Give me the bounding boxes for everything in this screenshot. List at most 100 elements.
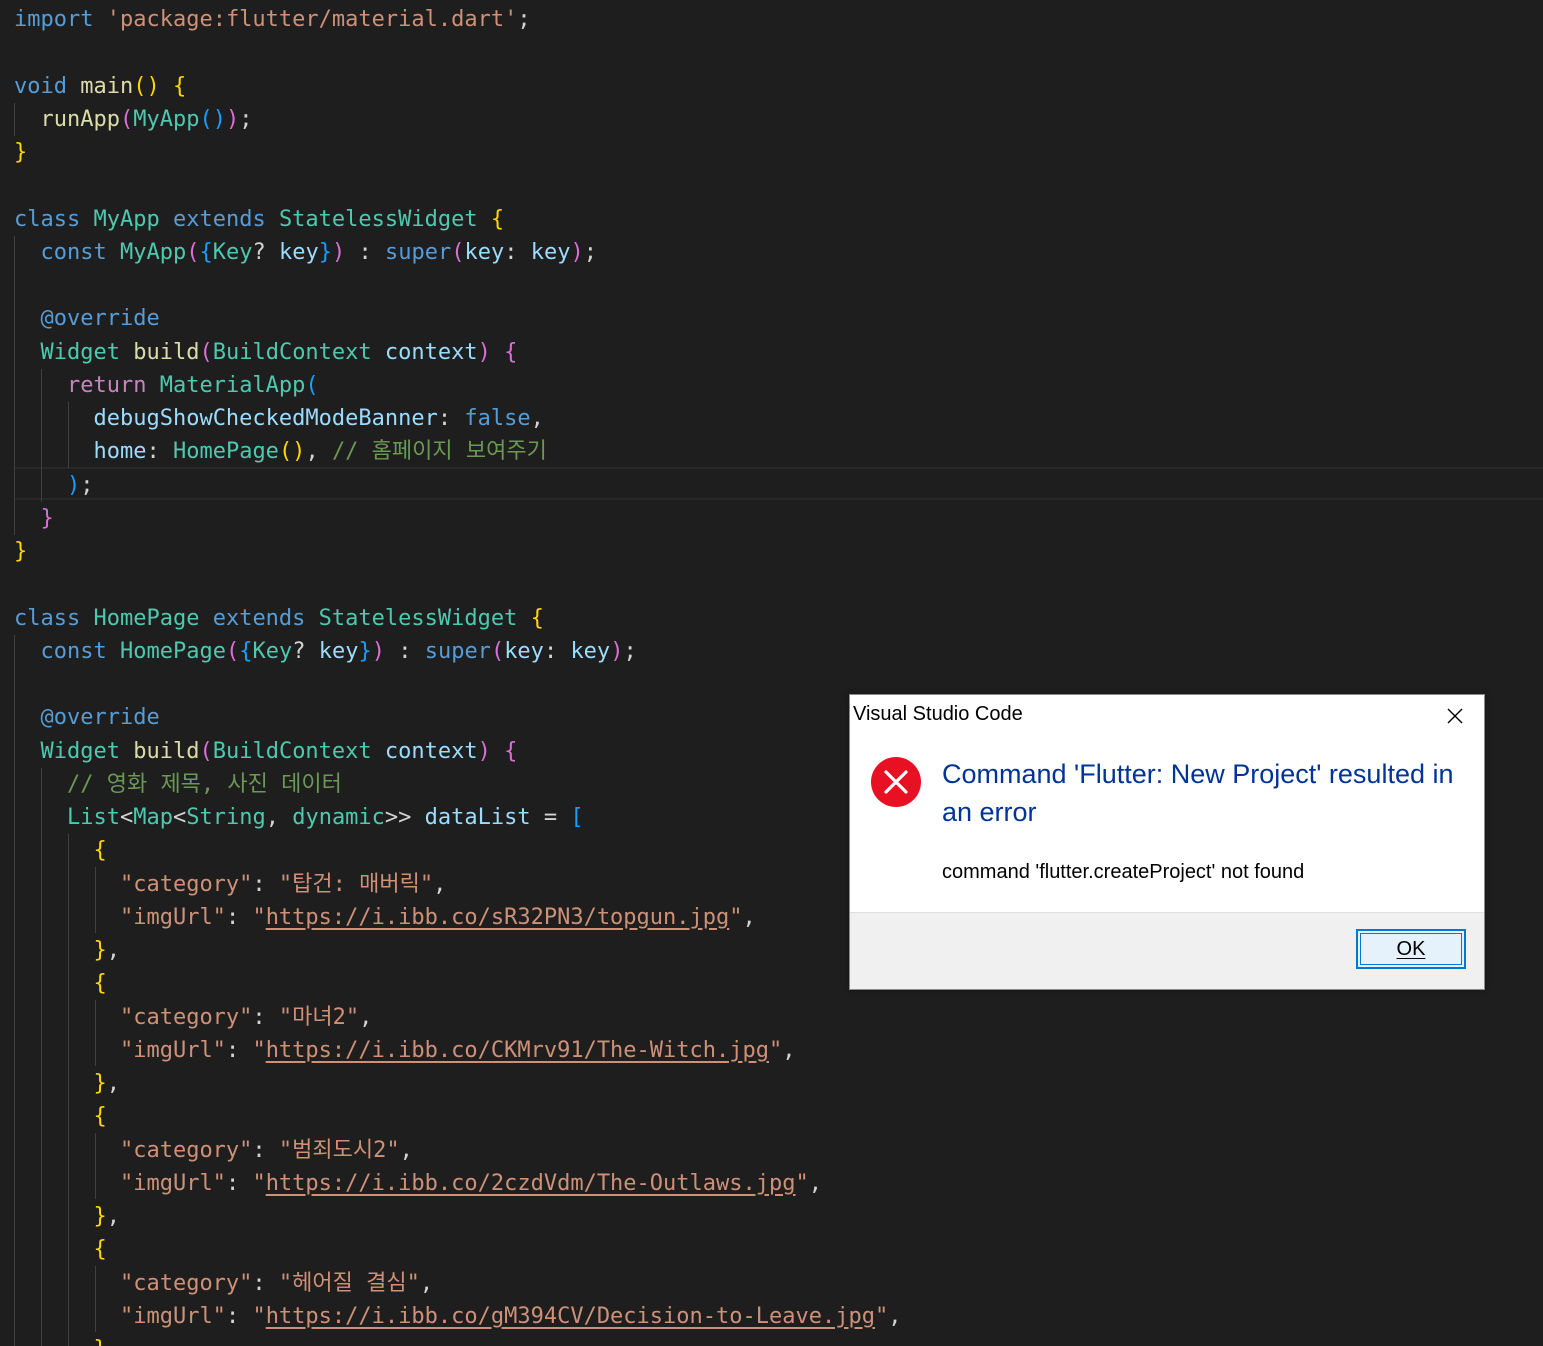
code-token: { <box>504 738 518 764</box>
code-link[interactable]: https://i.ibb.co/sR32PN3/topgun.jpg <box>266 905 730 930</box>
code-token: [ <box>570 805 584 830</box>
code-token: { <box>530 605 544 631</box>
code-line: "imgUrl": "https://i.ibb.co/gM394CV/Deci… <box>14 1300 902 1333</box>
code-line: import 'package:flutter/material.dart'; <box>14 3 531 36</box>
code-token: ? <box>292 638 319 664</box>
code-token: dynamic <box>292 805 385 830</box>
code-token: @override <box>40 705 160 731</box>
code-editor[interactable]: import 'package:flutter/material.dart'; v… <box>0 0 1543 1346</box>
code-token: " <box>769 1037 783 1063</box>
code-token: ( <box>490 638 505 664</box>
code-token: class <box>14 206 81 232</box>
dialog-footer: OK <box>850 912 1484 989</box>
code-line: }, <box>14 1333 120 1346</box>
code-token: "헤어질 결심" <box>278 1270 420 1296</box>
code-token: 'package:flutter/material.dart' <box>106 7 518 32</box>
code-token: ) <box>477 339 491 365</box>
code-token: HomePage <box>93 605 200 631</box>
code-token: ) <box>331 239 346 265</box>
code-token: : <box>504 239 531 265</box>
code-line: }, <box>14 934 120 967</box>
code-token: debugShowCheckedModeBanner <box>93 406 438 431</box>
code-line: { <box>14 1100 106 1133</box>
close-icon[interactable] <box>1440 701 1470 731</box>
code-token: main <box>80 73 134 99</box>
code-link[interactable]: https://i.ibb.co/gM394CV/Decision-to-Lea… <box>266 1304 875 1329</box>
code-token: class <box>14 605 81 631</box>
code-token: ; <box>80 472 94 498</box>
dialog-detail-message: command 'flutter.createProject' not foun… <box>942 861 1305 883</box>
code-token: String <box>186 805 266 830</box>
code-line: return MaterialApp( <box>14 369 319 402</box>
code-line: "imgUrl": "https://i.ibb.co/CKMrv91/The-… <box>14 1034 796 1067</box>
code-token: } <box>93 1071 107 1096</box>
code-token: ) <box>225 106 240 132</box>
code-token: } <box>358 638 372 664</box>
code-token: key <box>318 638 359 664</box>
code-line: @override <box>14 302 160 335</box>
code-line: "category": "헤어질 결심", <box>14 1267 433 1300</box>
code-token: , <box>782 1037 796 1063</box>
code-token: } <box>40 505 54 531</box>
code-token: >> <box>384 805 425 830</box>
ok-button[interactable]: OK <box>1356 929 1466 969</box>
code-token: { <box>490 206 505 232</box>
code-link[interactable]: https://i.ibb.co/2czdVdm/The-Outlaws.jpg <box>266 1171 796 1196</box>
code-token: " <box>252 1170 266 1196</box>
code-line: Widget build(BuildContext context) { <box>14 735 518 768</box>
code-token: { <box>504 339 518 365</box>
code-token: ) <box>66 472 81 498</box>
code-token: ( <box>119 106 134 132</box>
code-token: , <box>433 871 447 897</box>
code-token: { <box>93 838 107 864</box>
code-token: , <box>106 1204 120 1229</box>
code-token: void <box>14 73 67 99</box>
code-token: : <box>252 1137 279 1163</box>
code-token: ( <box>199 339 213 365</box>
code-token: MyApp <box>119 239 187 265</box>
code-token: " <box>729 904 743 930</box>
code-token: "category" <box>119 1137 253 1163</box>
code-token: key <box>278 239 319 265</box>
code-link[interactable]: https://i.ibb.co/CKMrv91/The-Witch.jpg <box>266 1038 769 1063</box>
code-token: () <box>278 439 306 465</box>
code-token: "imgUrl" <box>119 904 226 930</box>
code-line: "category": "탑건: 매버릭", <box>14 868 446 901</box>
code-token: const <box>40 239 107 265</box>
code-token: runApp <box>40 106 120 132</box>
dialog-title: Visual Studio Code <box>853 703 1023 725</box>
code-token: , <box>305 439 332 465</box>
code-token: , <box>399 1137 413 1163</box>
code-token: , <box>106 938 120 963</box>
code-token: " <box>252 1037 266 1063</box>
code-line: const HomePage({Key? key}) : super(key: … <box>14 635 637 668</box>
code-token: () <box>199 106 226 132</box>
code-token: ) <box>371 638 385 664</box>
code-token: , <box>808 1170 822 1196</box>
error-circle-icon <box>870 756 922 808</box>
code-token: ; <box>623 638 637 664</box>
current-line-highlight <box>14 467 1543 500</box>
code-token: { <box>199 239 213 265</box>
code-line: home: HomePage(), // 홈페이지 보여주기 <box>14 435 546 468</box>
code-token: " <box>874 1303 889 1329</box>
code-line: Widget build(BuildContext context) { <box>14 336 518 369</box>
code-token: "마녀2" <box>278 1004 360 1030</box>
